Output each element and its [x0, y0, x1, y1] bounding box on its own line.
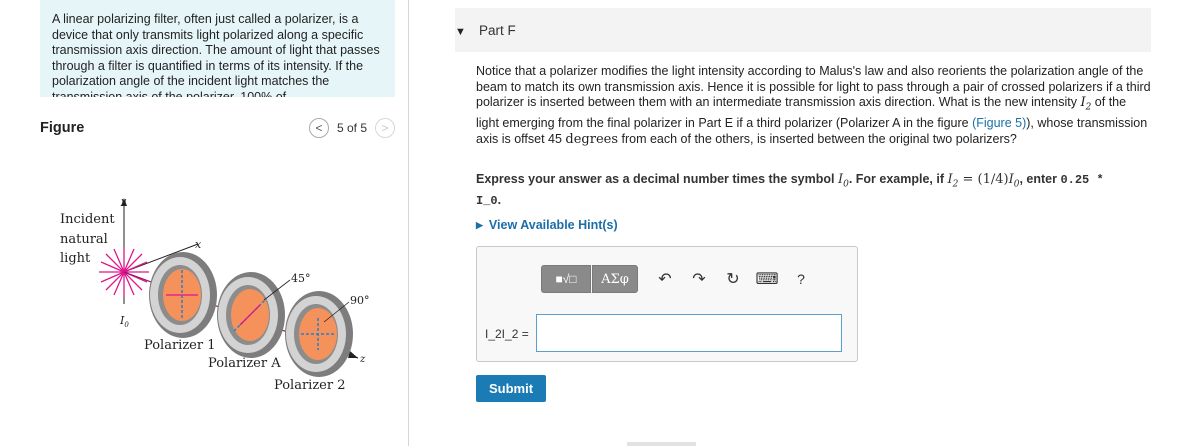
submit-button[interactable]: Submit — [476, 375, 546, 402]
y-axis-label: y — [120, 197, 127, 207]
polarizer-figure: Incident natural light y x z I0 45° 90° … — [58, 192, 388, 402]
polarizer-diagram: Incident natural light y x z I0 45° 90° … — [60, 197, 370, 393]
answer-label: I_2I_2 = — [485, 327, 529, 341]
polarizer-1-label: Polarizer 1 — [144, 338, 216, 353]
right-panel: ▼ Part F Notice that a polarizer modifie… — [455, 0, 1201, 446]
intro-text-box: A linear polarizing filter, often just c… — [40, 0, 395, 97]
incident-label-1: Incident — [60, 212, 115, 227]
polarizer-2-label: Polarizer 2 — [274, 378, 346, 393]
part-f-header[interactable]: ▼ Part F — [455, 8, 1151, 52]
question-text: Notice that a polarizer modifies the lig… — [476, 64, 1151, 147]
hint-label: View Available Hint(s) — [488, 218, 618, 232]
x-axis-label: x — [195, 238, 202, 251]
figure-title: Figure — [40, 120, 85, 136]
reset-button[interactable]: ↻ — [716, 265, 750, 293]
redo-button[interactable]: ↷ — [682, 265, 716, 293]
keyboard-icon: ⌨ — [755, 271, 779, 288]
chevron-right-icon: > — [381, 121, 389, 135]
intro-text: A linear polarizing filter, often just c… — [52, 12, 380, 97]
keyboard-shortcuts-button[interactable]: ⌨ — [750, 265, 784, 293]
reset-icon: ↻ — [726, 271, 740, 288]
var-i2: I2 — [1080, 95, 1092, 113]
greek-symbols-button[interactable]: ΑΣφ — [592, 265, 638, 293]
next-figure-button[interactable]: > — [375, 118, 395, 138]
greek-symbols-icon: ΑΣφ — [601, 271, 629, 287]
polarizer-1-disc — [149, 252, 217, 338]
example-code-2: I_0 — [476, 194, 498, 209]
undo-icon: ↶ — [658, 271, 672, 288]
figure-5-link[interactable]: (Figure 5) — [972, 116, 1026, 130]
panel-divider — [408, 0, 409, 446]
figure-page-indicator: 5 of 5 — [336, 121, 367, 135]
answer-instructions: Express your answer as a decimal number … — [476, 172, 1104, 209]
caret-right-icon: ▶ — [476, 219, 483, 230]
figure-pager: < 5 of 5 > — [308, 118, 395, 138]
angle-45-label: 45° — [291, 272, 311, 285]
collapse-caret-icon[interactable]: ▼ — [455, 26, 466, 38]
z-axis-label: z — [359, 354, 366, 365]
math-toolbar: ■√□ ΑΣφ ↶ ↷ ↻ ⌨ ? — [541, 265, 818, 293]
figure-header: Figure < 5 of 5 > — [40, 118, 395, 142]
answer-area: ■√□ ΑΣφ ↶ ↷ ↻ ⌨ ? I_2I_2 = — [476, 246, 858, 362]
incident-label-3: light — [60, 251, 91, 266]
angle-90-label: 90° — [350, 294, 370, 307]
degrees-text: degrees — [565, 131, 619, 147]
answer-input[interactable] — [536, 314, 842, 352]
polarizer-a-disc — [217, 272, 285, 358]
previous-figure-button[interactable]: < — [308, 118, 329, 138]
templates-icon: ■√□ — [555, 272, 577, 286]
incident-label-2: natural — [60, 232, 108, 247]
view-hints-link[interactable]: ▶ View Available Hint(s) — [476, 218, 618, 232]
part-title: Part F — [479, 23, 516, 38]
example-code-1: 0.25 * — [1060, 173, 1104, 187]
bottom-scroll-strip — [627, 442, 696, 446]
left-panel: A linear polarizing filter, often just c… — [0, 0, 409, 446]
toolbar-actions: ↶ ↷ ↻ ⌨ ? — [648, 265, 818, 293]
i0-label: I0 — [119, 314, 129, 329]
chevron-left-icon: < — [315, 121, 323, 135]
polarizer-a-label: Polarizer A — [208, 356, 281, 371]
templates-button[interactable]: ■√□ — [541, 265, 591, 293]
undo-button[interactable]: ↶ — [648, 265, 682, 293]
help-icon: ? — [797, 271, 805, 287]
polarizer-2-disc — [285, 291, 353, 377]
redo-icon: ↷ — [692, 271, 706, 288]
help-button[interactable]: ? — [784, 265, 818, 293]
